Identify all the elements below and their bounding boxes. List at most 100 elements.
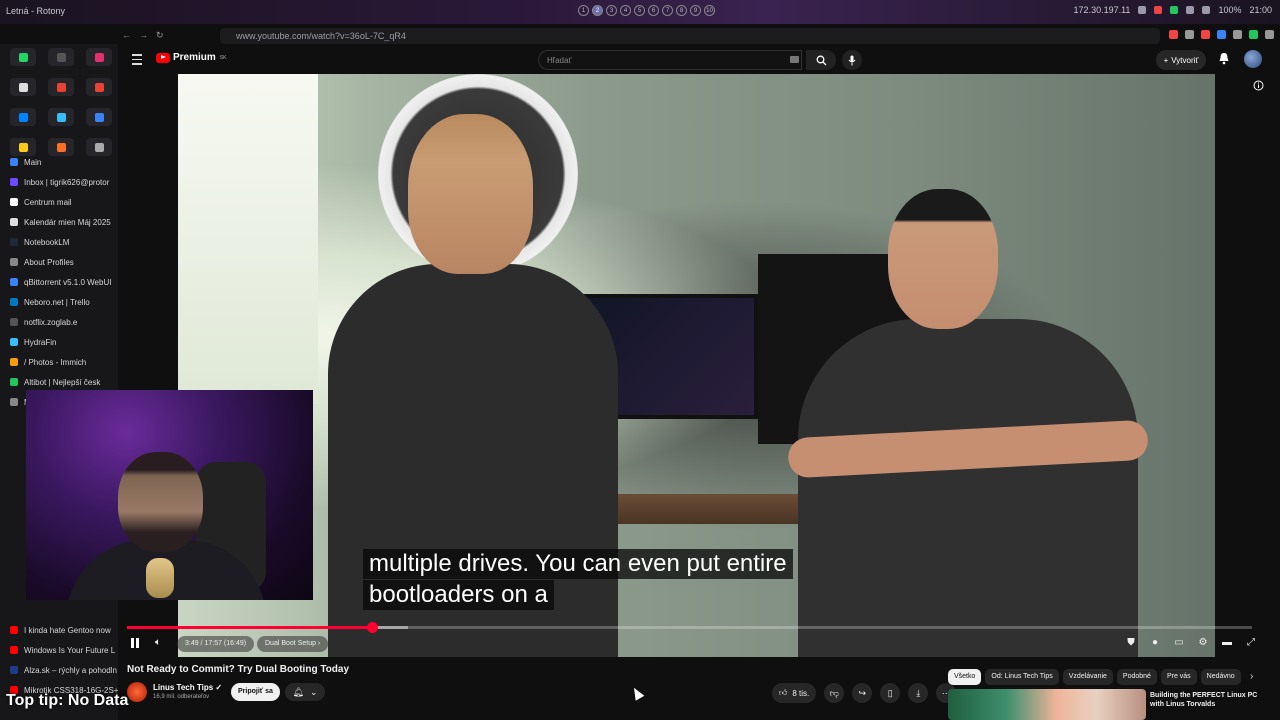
sidebar-tab[interactable]: About Profiles (0, 252, 118, 272)
reload-icon[interactable]: ↻ (156, 30, 164, 41)
extension-icon[interactable] (1169, 30, 1178, 39)
chevron-right-icon[interactable]: › (1250, 671, 1253, 682)
webcam-person-face (118, 452, 203, 552)
sidebar-tab[interactable]: Inbox | tigrik626@protor (0, 172, 118, 192)
workspace-3[interactable]: 3 (606, 5, 617, 16)
hamburger-menu-icon[interactable] (132, 54, 142, 68)
shield-icon[interactable]: ⛊ (1125, 636, 1137, 648)
extension-icon[interactable] (1233, 30, 1242, 39)
autoplay-toggle-icon[interactable]: ● (1149, 636, 1161, 648)
keyboard-icon[interactable] (790, 56, 799, 63)
channel-name[interactable]: Linus Tech Tips ✓ (153, 683, 222, 692)
instagram-icon[interactable] (86, 48, 112, 66)
save-button[interactable]: ▯ (880, 683, 901, 703)
recommended-video-title[interactable]: Building the PERFECT Linux PC with Linus… (1150, 691, 1268, 709)
filter-chip[interactable]: Pre vás (1160, 669, 1197, 685)
sidebar-tab[interactable]: / Photos - Immich (0, 352, 118, 372)
sidebar-tab[interactable]: Kalendár mien Máj 2025 (0, 212, 118, 232)
sidebar-tab[interactable]: Main (0, 152, 118, 172)
pause-icon[interactable] (131, 638, 139, 648)
search-button[interactable] (806, 50, 836, 70)
extension-icon[interactable] (1185, 30, 1194, 39)
subscribed-bell-button[interactable]: 🔔︎ ⌄ (285, 683, 325, 701)
youtube-premium-logo[interactable]: Premium SK (156, 52, 226, 63)
search-icon (816, 55, 826, 65)
sidebar-tab[interactable]: Alza.sk – rýchly a pohodln (0, 660, 118, 680)
workspace-7[interactable]: 7 (662, 5, 673, 16)
workspace-4[interactable]: 4 (620, 5, 631, 16)
tray-app-icon[interactable] (1138, 6, 1147, 14)
sidebar-tab[interactable]: Centrum mail (0, 192, 118, 212)
recommended-video[interactable]: Building the PERFECT Linux PC with Linus… (948, 689, 1268, 720)
sidebar-tab[interactable]: I kinda hate Gentoo now (0, 620, 118, 640)
workspace-5[interactable]: 5 (634, 5, 645, 16)
download-button[interactable]: ⤓ (908, 683, 929, 703)
filter-chip[interactable]: Podobné (1116, 669, 1157, 685)
sidebar-tab[interactable]: Neboro.net | Trello (0, 292, 118, 312)
recommended-video-thumbnail[interactable] (948, 689, 1146, 720)
join-button[interactable]: Pripojiť sa (231, 683, 280, 701)
blank-tab-icon[interactable] (48, 48, 74, 66)
gmail-icon[interactable] (48, 78, 74, 96)
workspace-switcher[interactable]: 1 2 3 4 5 6 7 8 9 10 (578, 5, 715, 16)
sidebar-tab[interactable]: NotebookLM (0, 232, 118, 252)
extension-icon[interactable] (1249, 30, 1258, 39)
tray-app-icon[interactable] (1154, 6, 1163, 14)
extension-icon[interactable] (1265, 30, 1274, 39)
filter-chip[interactable]: Vzdelávanie (1062, 669, 1113, 685)
telegram-icon[interactable] (1186, 6, 1195, 14)
messenger-icon[interactable] (10, 108, 36, 126)
forward-icon[interactable]: → (139, 30, 148, 41)
video-frame-window (178, 74, 318, 404)
sidebar-tab[interactable]: Windows Is Your Future L (0, 640, 118, 660)
workspace-10[interactable]: 10 (704, 5, 715, 16)
settings-gear-icon[interactable]: ⚙ (1197, 636, 1209, 648)
sidebar-tab[interactable]: notflix.zoglab.e (0, 312, 118, 332)
gmail-icon[interactable] (86, 78, 112, 96)
youtube-play-icon (156, 52, 170, 63)
time-display: 3:49 / 17:57 (16:49) (177, 636, 255, 652)
sidebar-tab[interactable]: qBittorrent v5.1.0 WebUI (0, 272, 118, 292)
chapter-title[interactable]: Dual Boot Setup › (257, 636, 329, 652)
drop-icon[interactable] (48, 108, 74, 126)
volume-icon[interactable]: 🔈︎ (155, 637, 161, 648)
dislike-button[interactable]: 👎︎ (824, 683, 845, 703)
progress-bar[interactable] (127, 622, 1252, 633)
workspace-6[interactable]: 6 (648, 5, 659, 16)
extension-icon[interactable] (1217, 30, 1226, 39)
ip-address: 172.30.197.11 (1073, 5, 1131, 15)
whatsapp-icon[interactable] (10, 48, 36, 66)
workspace-9[interactable]: 9 (690, 5, 701, 16)
address-bar[interactable]: www.youtube.com/watch?v=36oL-7C_qR4 (220, 28, 1160, 44)
voice-search-button[interactable] (842, 50, 862, 70)
fullscreen-icon[interactable]: ⤢ (1245, 636, 1257, 648)
sidebar-tab[interactable]: Altibot | Nejlepší česk (0, 372, 118, 392)
network-icon[interactable] (1202, 6, 1211, 14)
outlook-icon[interactable] (86, 108, 112, 126)
search-input[interactable]: Hľadať (538, 50, 802, 70)
create-label: Vytvoriť (1171, 55, 1199, 65)
url-text: www.youtube.com/watch?v=36oL-7C_qR4 (236, 31, 406, 41)
account-avatar[interactable] (1244, 50, 1262, 68)
subscriber-count: 16,9 mil. odberateľov (153, 694, 210, 700)
channel-avatar[interactable] (127, 682, 147, 702)
like-button[interactable]: 👍︎ 8 tis. (772, 683, 817, 703)
window-title: Letná - Rotony (6, 6, 66, 16)
workspace-2[interactable]: 2 (592, 5, 603, 16)
workspace-1[interactable]: 1 (578, 5, 589, 16)
subtitles-icon[interactable]: ▭ (1173, 636, 1185, 648)
theater-mode-icon[interactable]: ▬ (1221, 636, 1233, 648)
filter-chip[interactable]: Od: Linus Tech Tips (985, 669, 1059, 685)
info-icon[interactable] (1253, 80, 1264, 91)
filter-chip[interactable]: Nedávno (1200, 669, 1241, 685)
spotify-icon[interactable] (1170, 6, 1179, 14)
create-button[interactable]: + Vytvoriť (1156, 50, 1206, 70)
workspace-8[interactable]: 8 (676, 5, 687, 16)
sidebar-tab[interactable]: HydraFin (0, 332, 118, 352)
back-icon[interactable]: ← (122, 30, 131, 41)
x-icon[interactable] (10, 78, 36, 96)
notifications-bell-icon[interactable] (1218, 52, 1230, 65)
filter-chip[interactable]: Všetko (948, 669, 982, 685)
share-button[interactable]: ↪ (852, 683, 873, 703)
extension-icon[interactable] (1201, 30, 1210, 39)
